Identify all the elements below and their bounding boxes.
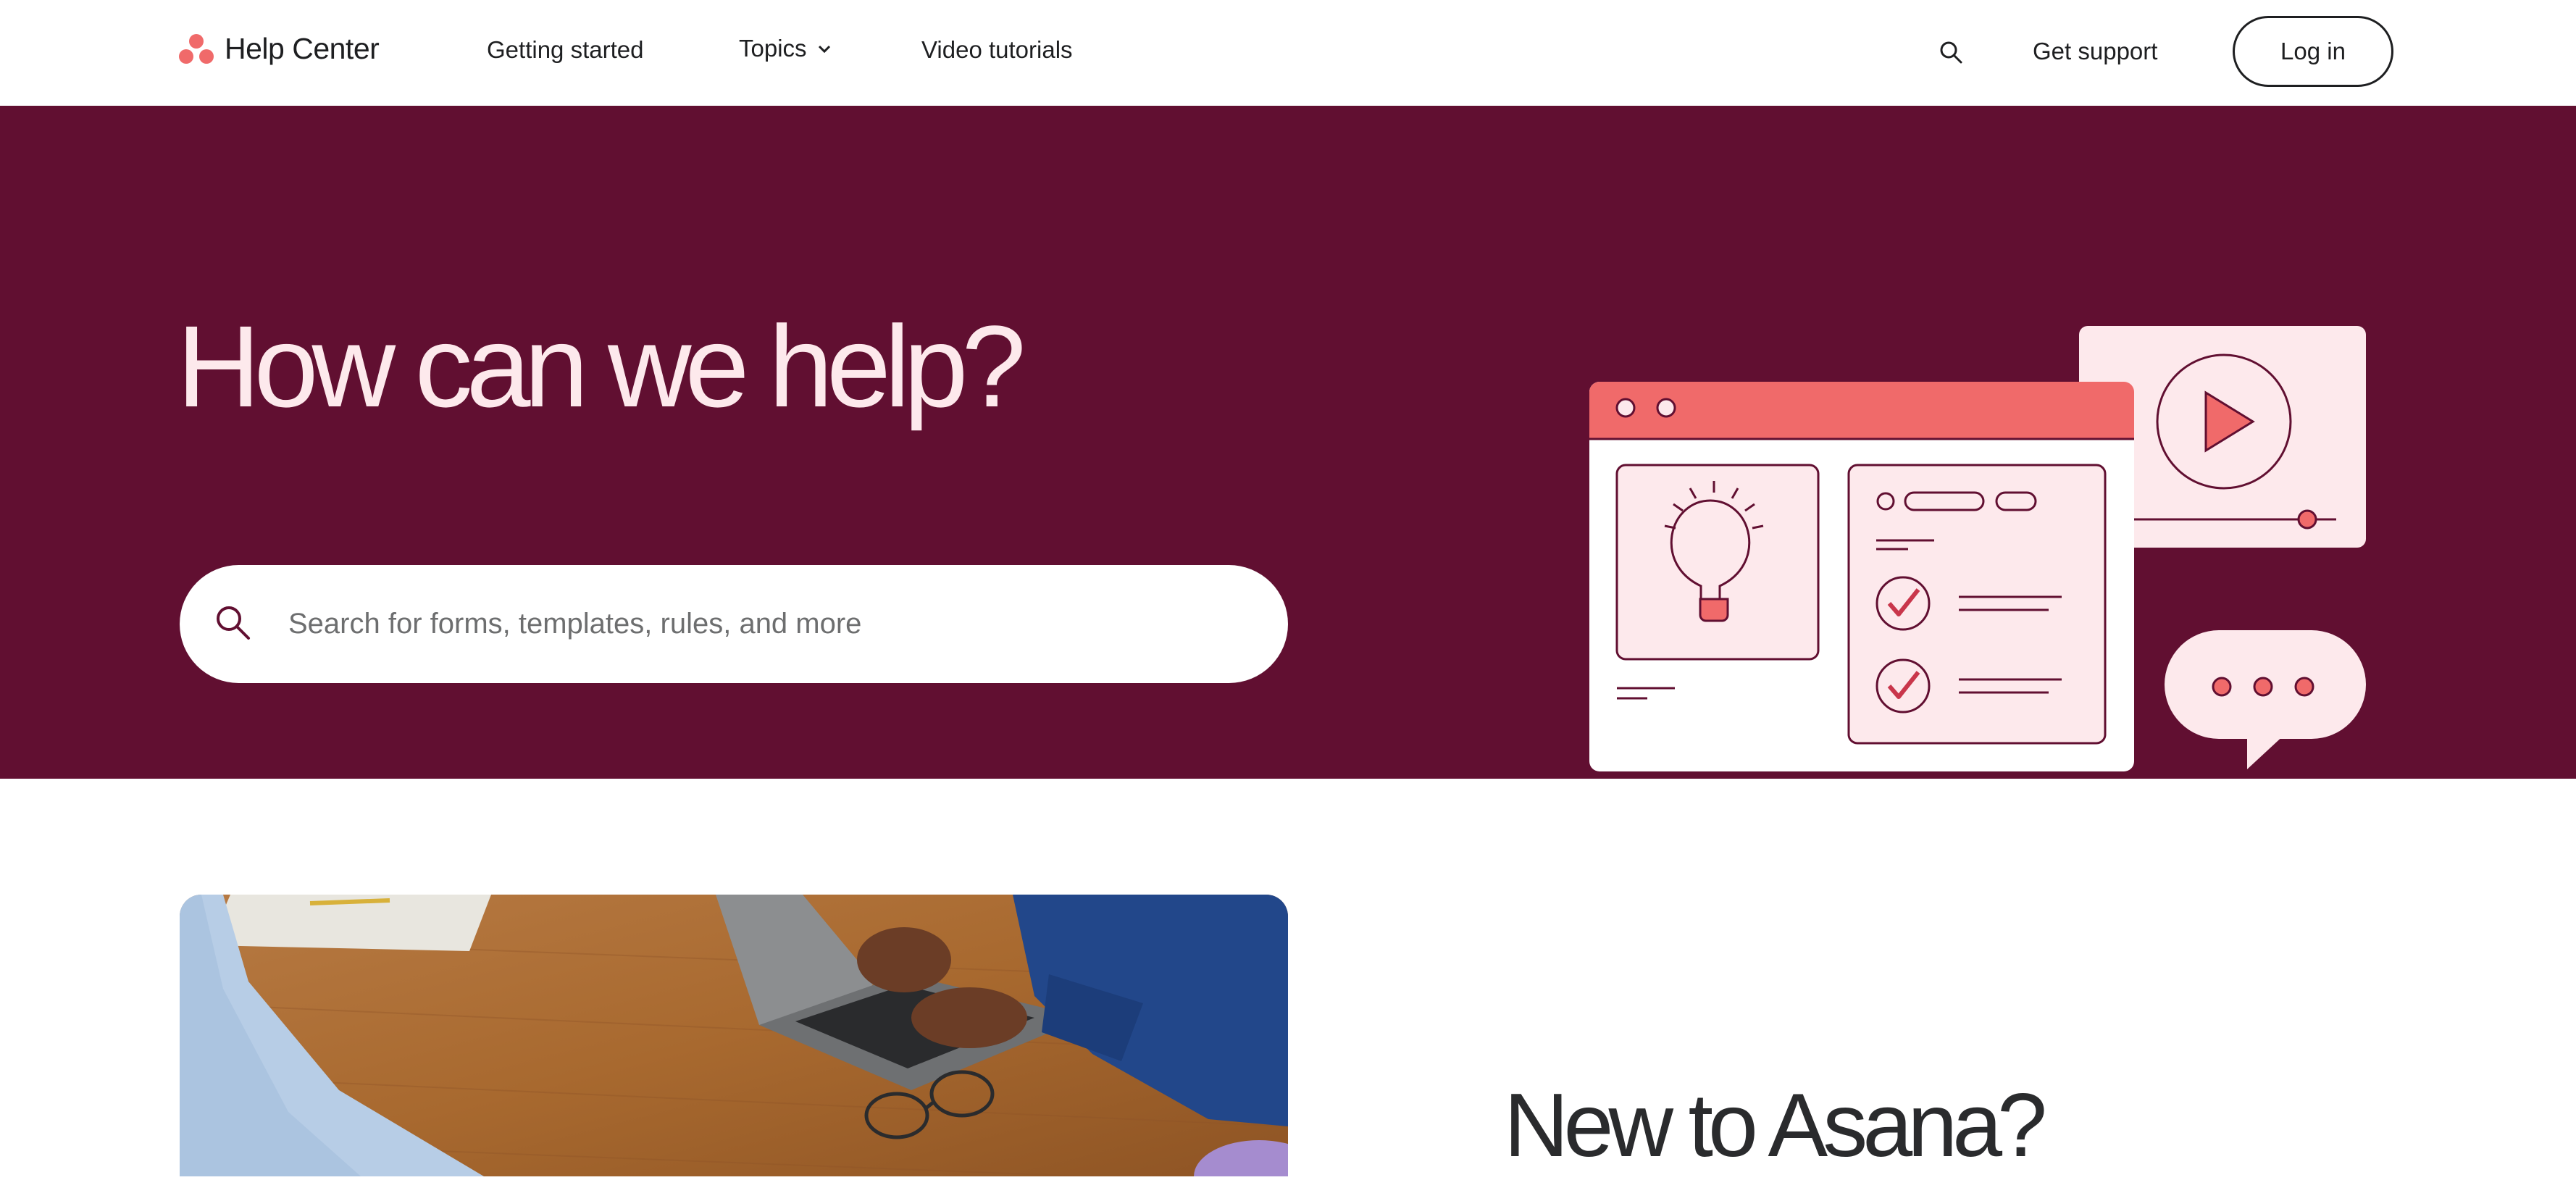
nav-video-tutorials[interactable]: Video tutorials — [921, 36, 1073, 64]
people-working-at-laptop-photo — [180, 895, 1288, 1176]
help-center-illustration — [1589, 326, 2366, 771]
help-search-bar — [180, 565, 1288, 683]
hero-section: How can we help? — [0, 106, 2576, 779]
people-working-photo — [180, 895, 1288, 1176]
nav-getting-started[interactable]: Getting started — [487, 36, 643, 64]
search-icon — [1940, 41, 1962, 64]
asana-logo-icon — [179, 33, 214, 64]
chevron-down-icon — [818, 45, 830, 54]
search-icon — [217, 606, 250, 640]
chat-bubble-icon — [2165, 630, 2366, 769]
nav-search-button[interactable] — [1939, 40, 1963, 68]
top-navigation: Help Center Getting started Topics Video… — [0, 0, 2576, 106]
help-search-input[interactable] — [287, 587, 1253, 661]
log-in-label: Log in — [2280, 38, 2346, 64]
get-support-link[interactable]: Get support — [2033, 38, 2157, 65]
browser-window-illustration — [1589, 382, 2134, 771]
new-to-asana-heading: New to Asana? — [1504, 1076, 2047, 1176]
brand-home-link[interactable]: Help Center — [178, 32, 380, 66]
log-in-button[interactable]: Log in — [2233, 16, 2393, 87]
nav-topics-label: Topics — [739, 35, 807, 62]
brand-name: Help Center — [225, 32, 380, 65]
hero-title: How can we help? — [177, 301, 1026, 431]
nav-topics-dropdown[interactable]: Topics — [739, 35, 832, 62]
